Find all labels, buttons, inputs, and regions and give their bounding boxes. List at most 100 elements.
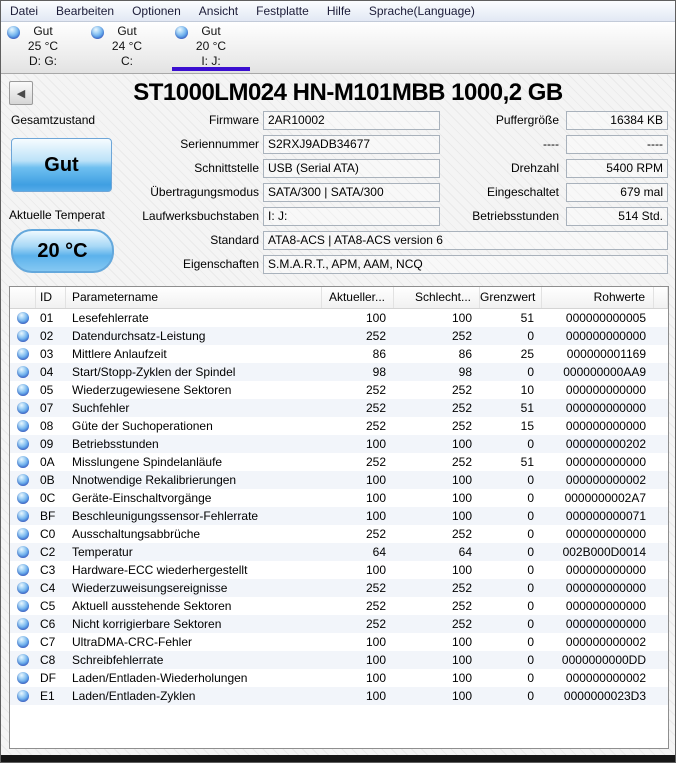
header-parametername[interactable]: Parametername <box>66 287 322 308</box>
serial-field[interactable]: S2RXJ9ADB34677 <box>263 135 440 154</box>
cell-worst: 100 <box>451 491 472 505</box>
cell-name: Nnotwendige Rekalibrierungen <box>72 473 237 487</box>
cell-worst: 252 <box>451 455 472 469</box>
buffer-size-field[interactable]: 16384 KB <box>566 111 668 130</box>
header-rawvalues[interactable]: Rohwerte <box>542 287 654 308</box>
table-row[interactable]: C2 Temperatur 64 64 0 002B000D0014 <box>10 543 668 561</box>
cell-worst: 100 <box>451 509 472 523</box>
menu-hilfe[interactable]: Hilfe <box>318 1 360 21</box>
table-row[interactable]: 04 Start/Stopp-Zyklen der Spindel 98 98 0 000… <box>10 363 668 381</box>
health-status-value: Gut <box>44 153 79 176</box>
cell-raw: 000000000002 <box>565 473 646 487</box>
cell-id: C4 <box>40 581 56 595</box>
header-worst[interactable]: Schlecht... <box>394 287 480 308</box>
header-spacer <box>654 287 668 308</box>
cell-cur: 86 <box>372 347 386 361</box>
standard-field[interactable]: ATA8-ACS | ATA8-ACS version 6 <box>263 231 668 250</box>
cell-spacer <box>654 363 668 381</box>
cell-thresh: 0 <box>527 545 534 559</box>
interface-field[interactable]: USB (Serial ATA) <box>263 159 440 178</box>
cell-thresh: 0 <box>527 527 534 541</box>
cell-spacer <box>654 471 668 489</box>
table-row[interactable]: BF Beschleunigungssensor-Fehlerrate 100 100… <box>10 507 668 525</box>
dash-field[interactable]: ---- <box>566 135 668 154</box>
menu-sprache[interactable]: Sprache(Language) <box>360 1 484 21</box>
cell-cur: 252 <box>365 599 386 613</box>
cell-name: Betriebsstunden <box>72 437 159 451</box>
temperature-button[interactable]: 20 °C <box>11 229 114 273</box>
power-on-hours-field[interactable]: 514 Std. <box>566 207 668 226</box>
cell-id: 08 <box>40 419 54 433</box>
drive-tab-ij[interactable]: Gut 20 °C I: J: <box>169 22 253 73</box>
cell-worst: 252 <box>451 527 472 541</box>
drive-tab-dg[interactable]: Gut 25 °C D: G: <box>1 22 85 73</box>
status-orb-icon <box>10 417 36 435</box>
cell-thresh: 0 <box>527 617 534 631</box>
cell-cur: 100 <box>365 437 386 451</box>
smart-attribute-table: ID Parametername Aktueller... Schlecht..… <box>9 286 669 749</box>
menu-optionen[interactable]: Optionen <box>123 1 190 21</box>
cell-spacer <box>654 597 668 615</box>
drive-letters-label: Laufwerksbuchstaben <box>142 209 259 223</box>
table-row[interactable]: C6 Nicht korrigierbare Sektoren 252 252 0 000… <box>10 615 668 633</box>
health-status-button[interactable]: Gut <box>11 138 112 192</box>
drive-tab-c[interactable]: Gut 24 °C C: <box>85 22 169 73</box>
menu-bearbeiten[interactable]: Bearbeiten <box>47 1 123 21</box>
cell-cur: 252 <box>365 455 386 469</box>
menu-ansicht[interactable]: Ansicht <box>190 1 247 21</box>
table-row[interactable]: 0B Nnotwendige Rekalibrierungen 100 100 0 000… <box>10 471 668 489</box>
drive-temperature: 24 °C <box>111 39 143 53</box>
status-orb-icon <box>10 651 36 669</box>
power-on-count-field[interactable]: 679 mal <box>566 183 668 202</box>
cell-spacer <box>654 399 668 417</box>
cell-cur: 100 <box>365 491 386 505</box>
features-field[interactable]: S.M.A.R.T., APM, AAM, NCQ <box>263 255 668 274</box>
cell-thresh: 10 <box>520 383 534 397</box>
status-orb-icon <box>10 399 36 417</box>
table-row[interactable]: 05 Wiederzugewiesene Sektoren 252 252 10 0000… <box>10 381 668 399</box>
cell-spacer <box>654 543 668 561</box>
cell-worst: 100 <box>451 437 472 451</box>
cell-cur: 252 <box>365 581 386 595</box>
table-row[interactable]: C0 Ausschaltungsabbrüche 252 252 0 0000000000… <box>10 525 668 543</box>
table-row[interactable]: 02 Datendurchsatz-Leistung 252 252 0 00000000… <box>10 327 668 345</box>
status-orb-icon <box>10 363 36 381</box>
header-id[interactable]: ID <box>36 287 66 308</box>
cell-spacer <box>654 669 668 687</box>
menu-festplatte[interactable]: Festplatte <box>247 1 318 21</box>
table-row[interactable]: C8 Schreibfehlerrate 100 100 0 0000000000DD <box>10 651 668 669</box>
firmware-field[interactable]: 2AR10002 <box>263 111 440 130</box>
table-row[interactable]: C7 UltraDMA-CRC-Fehler 100 100 0 000000000002 <box>10 633 668 651</box>
rotation-rate-field[interactable]: 5400 RPM <box>566 159 668 178</box>
cell-spacer <box>654 309 668 327</box>
table-row[interactable]: 03 Mittlere Anlaufzeit 86 86 25 000000001169 <box>10 345 668 363</box>
table-row[interactable]: C4 Wiederzuweisungsereignisse 252 252 0 00000… <box>10 579 668 597</box>
drive-status-orb-icon <box>7 26 20 39</box>
menu-datei[interactable]: Datei <box>1 1 47 21</box>
transfer-mode-field[interactable]: SATA/300 | SATA/300 <box>263 183 440 202</box>
table-row[interactable]: 0A Misslungene Spindelanläufe 252 252 51 0000… <box>10 453 668 471</box>
back-button[interactable]: ◀ <box>9 81 33 105</box>
cell-raw: 000000000002 <box>565 635 646 649</box>
cell-id: C8 <box>40 653 56 667</box>
header-status[interactable] <box>10 287 36 308</box>
serial-label: Seriennummer <box>180 137 259 151</box>
table-row[interactable]: 01 Lesefehlerrate 100 100 51 000000000005 <box>10 309 668 327</box>
drive-letters-field[interactable]: I: J: <box>263 207 440 226</box>
cell-id: 03 <box>40 347 54 361</box>
table-row[interactable]: E1 Laden/Entladen-Zyklen 100 100 0 0000000023… <box>10 687 668 705</box>
table-row[interactable]: 09 Betriebsstunden 100 100 0 000000000202 <box>10 435 668 453</box>
table-row[interactable]: C3 Hardware-ECC wiederhergestellt 100 100 0 0… <box>10 561 668 579</box>
table-row[interactable]: 0C Geräte-Einschaltvorgänge 100 100 0 0000000… <box>10 489 668 507</box>
table-row[interactable]: DF Laden/Entladen-Wiederholungen 100 100 0 00… <box>10 669 668 687</box>
cell-spacer <box>654 615 668 633</box>
table-row[interactable]: 07 Suchfehler 252 252 51 000000000000 <box>10 399 668 417</box>
cell-id: 04 <box>40 365 54 379</box>
table-row[interactable]: 08 Güte der Suchoperationen 252 252 15 000000… <box>10 417 668 435</box>
table-row[interactable]: C5 Aktuell ausstehende Sektoren 252 252 0 000… <box>10 597 668 615</box>
cell-raw: 000000000000 <box>565 581 646 595</box>
status-orb-icon <box>10 381 36 399</box>
cell-raw: 000000000000 <box>565 617 646 631</box>
header-threshold[interactable]: Grenzwert <box>480 287 542 308</box>
header-current[interactable]: Aktueller... <box>322 287 394 308</box>
